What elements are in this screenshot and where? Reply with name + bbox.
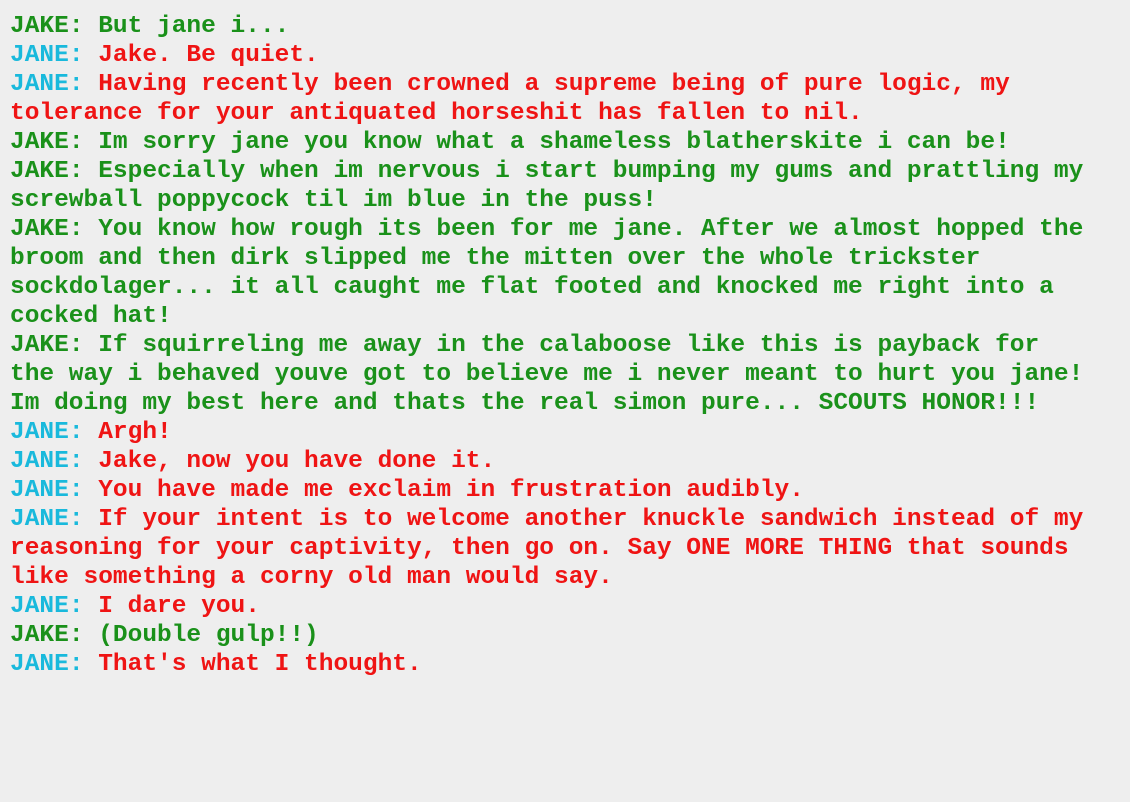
speaker-handle: JAKE [10, 216, 69, 243]
chat-line: JANE: Jake, now you have done it. [10, 448, 496, 475]
message-text: If your intent is to welcome another knu… [10, 506, 1098, 591]
chat-line: JAKE: Im sorry jane you know what a sham… [10, 129, 1010, 156]
speaker-handle: JANE [10, 71, 69, 98]
message-text: If squirreling me away in the calaboose … [10, 332, 1098, 417]
message-text: Im sorry jane you know what a shameless … [98, 129, 1010, 156]
message-text: Jake, now you have done it. [98, 448, 496, 475]
speaker-handle: JANE [10, 651, 69, 678]
message-text: That's what I thought. [98, 651, 422, 678]
speaker-handle: JAKE [10, 129, 69, 156]
message-text: But jane i... [98, 13, 290, 40]
chat-line: JANE: I dare you. [10, 593, 260, 620]
message-text: You know how rough its been for me jane.… [10, 216, 1098, 330]
chat-line: JANE: If your intent is to welcome anoth… [10, 506, 1098, 591]
chat-line: JAKE: If squirreling me away in the cala… [10, 332, 1098, 417]
speaker-handle: JANE [10, 593, 69, 620]
speaker-handle: JAKE [10, 158, 69, 185]
chat-line: JAKE: Especially when im nervous i start… [10, 158, 1098, 214]
speaker-handle: JANE [10, 42, 69, 69]
chat-line: JANE: You have made me exclaim in frustr… [10, 477, 804, 504]
message-text: I dare you. [98, 593, 260, 620]
speaker-handle: JAKE [10, 13, 69, 40]
chat-line: JANE: Having recently been crowned a sup… [10, 71, 1025, 127]
speaker-handle: JANE [10, 477, 69, 504]
speaker-handle: JANE [10, 506, 69, 533]
chat-line: JAKE: But jane i... [10, 13, 290, 40]
chat-line: JANE: That's what I thought. [10, 651, 422, 678]
speaker-handle: JANE [10, 419, 69, 446]
chat-line: JANE: Argh! [10, 419, 172, 446]
message-text: Jake. Be quiet. [98, 42, 319, 69]
chat-line: JANE: Jake. Be quiet. [10, 42, 319, 69]
speaker-handle: JANE [10, 448, 69, 475]
chat-log: JAKE: But jane i... JANE: Jake. Be quiet… [0, 0, 1130, 679]
message-text: Especially when im nervous i start bumpi… [10, 158, 1098, 214]
message-text: Having recently been crowned a supreme b… [10, 71, 1025, 127]
message-text: You have made me exclaim in frustration … [98, 477, 804, 504]
chat-line: JAKE: (Double gulp!!) [10, 622, 319, 649]
message-text: (Double gulp!!) [98, 622, 319, 649]
speaker-handle: JAKE [10, 332, 69, 359]
message-text: Argh! [98, 419, 172, 446]
chat-line: JAKE: You know how rough its been for me… [10, 216, 1098, 330]
speaker-handle: JAKE [10, 622, 69, 649]
